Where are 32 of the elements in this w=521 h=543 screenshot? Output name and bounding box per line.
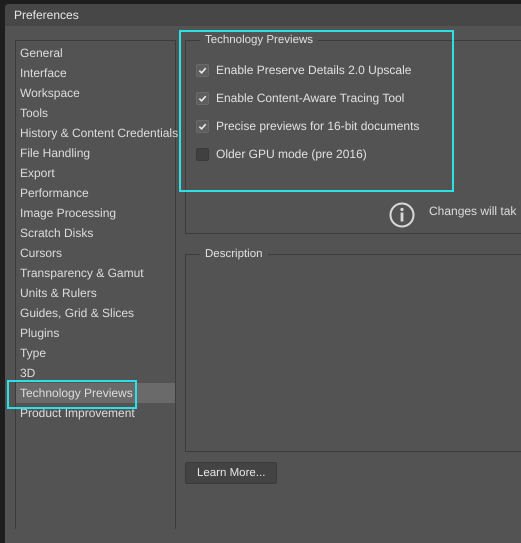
option-label: Older GPU mode (pre 2016) <box>216 147 367 161</box>
checkbox[interactable] <box>196 64 209 76</box>
category-item[interactable]: Scratch Disks <box>16 223 175 243</box>
category-item[interactable]: Workspace <box>16 83 175 103</box>
checkbox[interactable] <box>196 148 209 160</box>
category-item[interactable]: Units & Rulers <box>16 283 175 303</box>
info-icon <box>389 202 415 228</box>
category-item[interactable]: File Handling <box>16 143 175 163</box>
category-item[interactable]: Image Processing <box>16 203 175 223</box>
learn-more-button[interactable]: Learn More... <box>185 462 278 484</box>
category-item[interactable]: Cursors <box>16 243 175 263</box>
notice-text: Changes will tak <box>429 204 516 218</box>
checkbox[interactable] <box>196 92 209 104</box>
group-title: Technology Previews <box>204 34 314 46</box>
option-label: Enable Content-Aware Tracing Tool <box>216 91 404 105</box>
category-item[interactable]: Guides, Grid & Slices <box>16 303 175 323</box>
category-item[interactable]: General <box>16 43 175 63</box>
category-item[interactable]: Tools <box>16 103 175 123</box>
category-item[interactable]: Interface <box>16 63 175 83</box>
category-item[interactable]: Type <box>16 343 175 363</box>
category-item[interactable]: Performance <box>16 183 175 203</box>
option-label: Enable Preserve Details 2.0 Upscale <box>216 63 412 77</box>
category-item[interactable]: Technology Previews <box>16 383 175 403</box>
window-title: Preferences <box>14 8 79 22</box>
checkbox[interactable] <box>196 120 209 132</box>
category-item[interactable]: Transparency & Gamut <box>16 263 175 283</box>
option-label: Precise previews for 16-bit documents <box>216 119 420 133</box>
category-item[interactable]: Plugins <box>16 323 175 343</box>
group-title: Description <box>204 248 264 260</box>
category-item[interactable]: Export <box>16 163 175 183</box>
category-item[interactable]: 3D <box>16 363 175 383</box>
category-item[interactable]: Product Improvement <box>16 403 175 423</box>
